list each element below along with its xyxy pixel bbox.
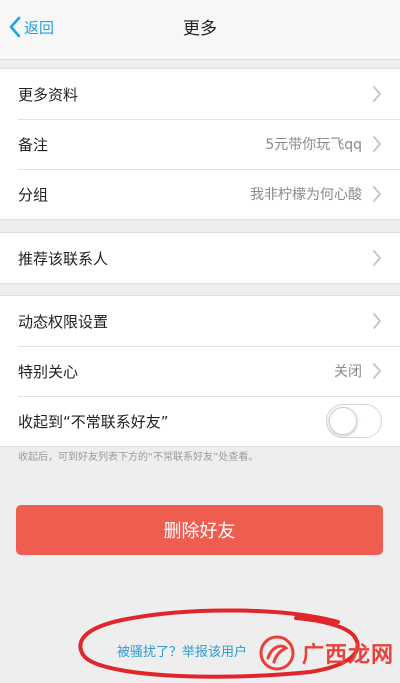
profile-settings-group: 更多资料 备注 5元带你玩飞qq 分组 我非柠檬为何心酸 <box>0 68 400 220</box>
row-label: 特别关心 <box>18 362 79 381</box>
row-label: 动态权限设置 <box>18 312 109 331</box>
watermark: 广西龙网 <box>258 628 398 678</box>
chevron-right-icon <box>373 86 381 102</box>
row-feed-permissions[interactable]: 动态权限设置 <box>0 296 400 346</box>
row-remark[interactable]: 备注 5元带你玩飞qq <box>0 119 400 169</box>
chevron-right-icon <box>373 136 381 152</box>
toggle-knob <box>329 407 357 435</box>
row-group[interactable]: 分组 我非柠檬为何心酸 <box>0 169 400 219</box>
page-title: 更多 <box>183 19 217 39</box>
row-more-profile[interactable]: 更多资料 <box>0 69 400 119</box>
row-recommend-contact[interactable]: 推荐该联系人 <box>0 233 400 283</box>
row-label: 收起到“不常联系好友” <box>18 412 169 431</box>
chevron-right-icon <box>373 250 381 266</box>
watermark-text: 广西龙网 <box>302 642 395 668</box>
chevron-right-icon <box>373 313 381 329</box>
delete-friend-button[interactable]: 删除好友 <box>16 505 383 555</box>
collapse-toggle-switch[interactable] <box>326 404 382 438</box>
row-label: 更多资料 <box>18 85 79 104</box>
report-user-link[interactable]: 被骚扰了？举报该用户 <box>117 641 247 660</box>
collapse-hint-text: 收起后，可到好友列表下方的“不常联系好友”处查看。 <box>18 452 259 463</box>
recommend-group: 推荐该联系人 <box>0 232 400 284</box>
row-label: 推荐该联系人 <box>18 249 109 268</box>
contact-more-page: 返回 更多 更多资料 备注 5元带你玩飞qq 分组 我非柠檬为何心酸 推荐该联系… <box>0 0 400 683</box>
special-care-value: 关闭 <box>334 364 362 380</box>
chevron-right-icon <box>373 186 381 202</box>
navigation-bar: 返回 更多 <box>0 0 400 60</box>
privacy-settings-group: 动态权限设置 特别关心 关闭 收起到“不常联系好友” <box>0 295 400 447</box>
row-collapse-infrequent: 收起到“不常联系好友” <box>0 396 400 446</box>
row-label: 分组 <box>18 185 49 204</box>
row-label: 备注 <box>18 135 49 154</box>
group-value: 我非柠檬为何心酸 <box>250 187 362 203</box>
row-special-care[interactable]: 特别关心 关闭 <box>0 346 400 396</box>
remark-value: 5元带你玩飞qq <box>265 137 362 153</box>
chevron-right-icon <box>373 363 381 379</box>
watermark-logo-icon <box>259 635 295 671</box>
